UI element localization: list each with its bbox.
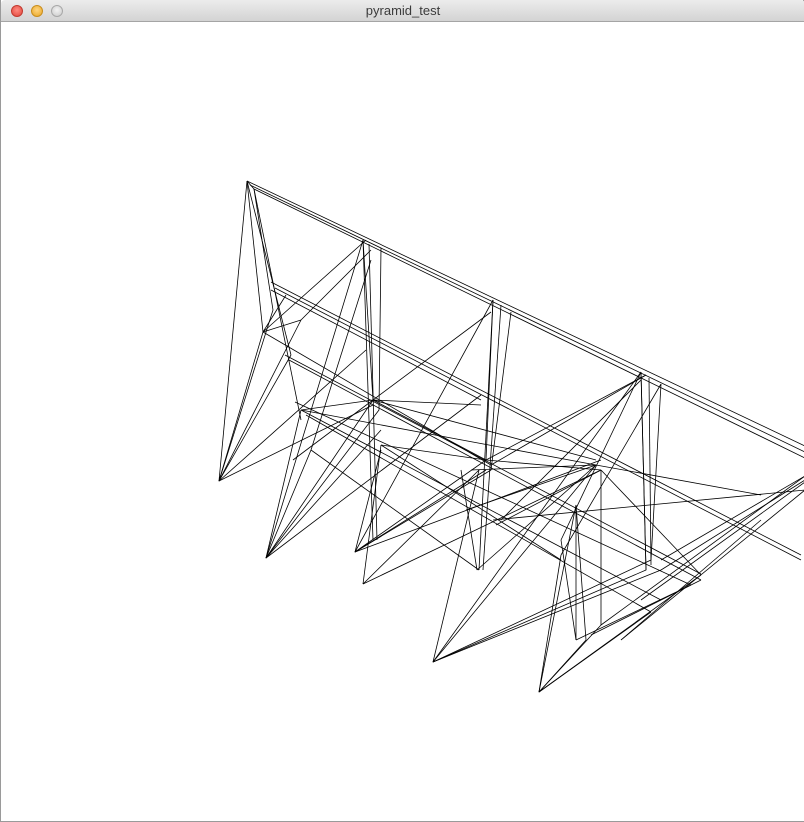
- title-bar[interactable]: pyramid_test: [1, 0, 804, 22]
- pyramid-wireframe: [218, 180, 804, 693]
- app-window: pyramid_test: [0, 0, 804, 822]
- render-canvas[interactable]: [2, 22, 804, 821]
- window-title: pyramid_test: [365, 3, 441, 18]
